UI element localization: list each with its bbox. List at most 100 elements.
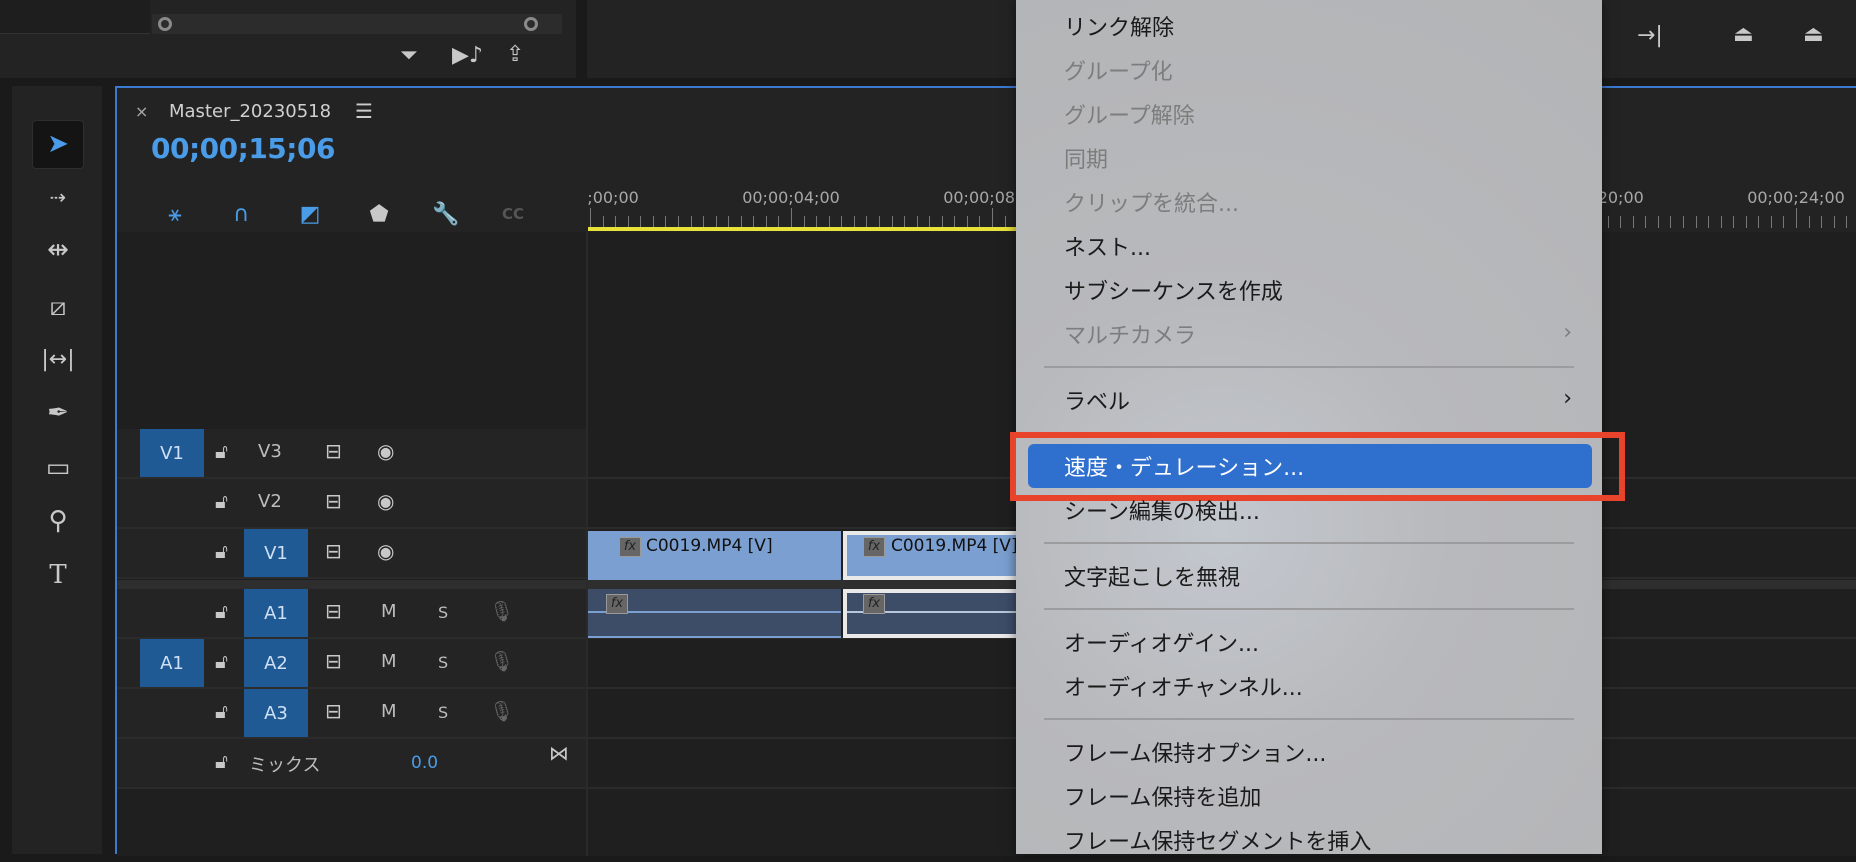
sequence-tab-title[interactable]: Master_20230518 bbox=[169, 101, 331, 122]
ruler-tick bbox=[1821, 216, 1823, 228]
track-target[interactable]: A1 bbox=[244, 589, 308, 637]
ruler-tick bbox=[1846, 216, 1848, 228]
track-name[interactable]: V2 bbox=[258, 491, 282, 512]
mute-button[interactable]: M bbox=[381, 601, 397, 622]
video-clip[interactable]: fx C0019.MP4 [V] bbox=[588, 531, 841, 580]
menu-item-label: ネスト... bbox=[1064, 236, 1151, 261]
bowtie-icon[interactable]: ⋈ bbox=[549, 741, 569, 765]
source-patch[interactable]: A1 bbox=[140, 639, 204, 687]
menu-item-label: グループ解除 bbox=[1064, 104, 1195, 129]
video-clip-selected[interactable]: fx C0019.MP4 [V] bbox=[843, 531, 1043, 580]
nest-toggle-icon[interactable]: ⚹ bbox=[157, 200, 193, 228]
mic-icon[interactable]: 🎙︎ bbox=[489, 599, 514, 623]
audio-play-icon[interactable]: ▶♪ bbox=[452, 45, 483, 67]
linked-selection-icon[interactable]: ◩ bbox=[292, 200, 328, 228]
menu-item[interactable]: サブシーケンスを作成 bbox=[1016, 268, 1602, 312]
eye-icon[interactable]: ◉ bbox=[377, 539, 394, 563]
ruler-tick bbox=[1783, 216, 1785, 228]
mute-button[interactable]: M bbox=[381, 701, 397, 722]
scrollbar-left-handle[interactable] bbox=[158, 17, 172, 31]
track-header bbox=[117, 529, 586, 577]
scrollbar-right-handle[interactable] bbox=[524, 17, 538, 31]
source-patch[interactable]: V1 bbox=[140, 429, 204, 477]
close-tab-icon[interactable]: × bbox=[135, 102, 148, 121]
sync-lock-icon[interactable]: ⊟ bbox=[325, 649, 342, 673]
sync-lock-icon[interactable]: ⊟ bbox=[325, 539, 342, 563]
eye-icon[interactable]: ◉ bbox=[377, 439, 394, 463]
track-target[interactable]: A2 bbox=[244, 639, 308, 687]
menu-item[interactable]: フレーム保持を追加 bbox=[1016, 774, 1602, 818]
panel-menu-icon[interactable]: ☰ bbox=[355, 99, 373, 123]
track-select-icon[interactable]: ⇢ bbox=[38, 177, 78, 217]
sync-lock-icon[interactable]: ⊟ bbox=[325, 439, 342, 463]
mic-icon[interactable]: 🎙︎ bbox=[489, 649, 514, 673]
insert-icon[interactable]: ⏏ bbox=[1803, 24, 1824, 46]
zoom-scrollbar[interactable] bbox=[152, 14, 562, 34]
sync-lock-icon[interactable]: ⊟ bbox=[325, 699, 342, 723]
rectangle-icon[interactable]: ▭ bbox=[38, 448, 78, 488]
pen-icon[interactable]: ✒ bbox=[38, 393, 78, 433]
extract-icon[interactable]: →| bbox=[1637, 25, 1663, 47]
audio-clip-selected[interactable]: fx bbox=[843, 589, 1047, 638]
track-header bbox=[117, 589, 586, 637]
menu-item[interactable]: マルチカメラ › bbox=[1016, 312, 1602, 356]
menu-item[interactable]: 同期 bbox=[1016, 136, 1602, 180]
menu-item[interactable]: オーディオチャンネル... bbox=[1016, 664, 1602, 708]
audio-clip[interactable]: fx bbox=[588, 589, 841, 638]
track-target[interactable]: V1 bbox=[244, 529, 308, 577]
lock-icon[interactable]: 🔓︎ bbox=[215, 649, 228, 673]
menu-separator bbox=[1016, 708, 1602, 730]
menu-item-label: フレーム保持を追加 bbox=[1064, 786, 1262, 811]
menu-item[interactable]: クリップを統合... bbox=[1016, 180, 1602, 224]
mix-label: ミックス bbox=[249, 755, 321, 776]
playhead-timecode[interactable]: 00;00;15;06 bbox=[151, 132, 335, 165]
menu-item[interactable]: ネスト... bbox=[1016, 224, 1602, 268]
menu-item[interactable]: グループ解除 bbox=[1016, 92, 1602, 136]
lock-icon[interactable]: 🔓︎ bbox=[215, 699, 228, 723]
export-icon[interactable]: ⇪ bbox=[506, 44, 524, 66]
razor-icon[interactable]: ⧄ bbox=[38, 287, 78, 327]
zoom-icon[interactable]: ⚲ bbox=[38, 501, 78, 541]
mute-button[interactable]: M bbox=[381, 651, 397, 672]
menu-item[interactable]: フレーム保持オプション... bbox=[1016, 730, 1602, 774]
wrench-settings-icon[interactable]: 🔧 bbox=[428, 200, 464, 228]
solo-button[interactable]: S bbox=[438, 653, 448, 672]
menu-item[interactable]: グループ化 bbox=[1016, 48, 1602, 92]
eye-icon[interactable]: ◉ bbox=[377, 489, 394, 513]
ruler-label: 00;00;00;00 bbox=[588, 188, 639, 207]
ruler-label: 00;00;04;00 bbox=[742, 188, 840, 207]
track-target[interactable]: A3 bbox=[244, 689, 308, 737]
type-icon[interactable]: T bbox=[38, 555, 78, 595]
filter-icon[interactable]: ⏷ bbox=[400, 45, 418, 67]
menu-item-label: マルチカメラ bbox=[1064, 324, 1197, 349]
ruler-tick bbox=[1607, 216, 1609, 228]
captions-icon[interactable]: CC bbox=[495, 200, 531, 228]
lock-icon[interactable]: 🔓︎ bbox=[215, 489, 228, 513]
sync-lock-icon[interactable]: ⊟ bbox=[325, 599, 342, 623]
menu-item[interactable]: フレーム保持セグメントを挿入 bbox=[1016, 818, 1602, 862]
selection-arrow-icon[interactable]: ➤ bbox=[38, 124, 78, 164]
lift-icon[interactable]: ⏏ bbox=[1733, 24, 1754, 46]
menu-item-label: サブシーケンスを作成 bbox=[1064, 280, 1283, 305]
add-marker-icon[interactable]: ⬟ bbox=[361, 200, 397, 228]
lock-icon[interactable]: 🔓︎ bbox=[215, 439, 228, 463]
mic-icon[interactable]: 🎙︎ bbox=[489, 699, 514, 723]
menu-separator bbox=[1016, 356, 1602, 378]
lock-icon[interactable]: 🔓︎ bbox=[215, 539, 228, 563]
slip-icon[interactable]: |↔| bbox=[38, 339, 78, 379]
menu-item[interactable]: オーディオゲイン... bbox=[1016, 620, 1602, 664]
mix-volume-value[interactable]: 0.0 bbox=[411, 753, 438, 773]
ruler-label: 00;00;24;00 bbox=[1747, 188, 1845, 207]
menu-item[interactable]: 文字起こしを無視 bbox=[1016, 554, 1602, 598]
track-name[interactable]: V3 bbox=[258, 441, 282, 462]
menu-item[interactable]: リンク解除 bbox=[1016, 4, 1602, 48]
ripple-edit-icon[interactable]: ⇹ bbox=[38, 230, 78, 270]
menu-item[interactable]: ラベル › bbox=[1016, 378, 1602, 422]
sync-lock-icon[interactable]: ⊟ bbox=[325, 489, 342, 513]
ruler-tick bbox=[1708, 216, 1710, 228]
lock-icon[interactable]: 🔓︎ bbox=[215, 749, 228, 773]
solo-button[interactable]: S bbox=[438, 703, 448, 722]
snap-magnet-icon[interactable]: ∩ bbox=[223, 200, 259, 228]
lock-icon[interactable]: 🔓︎ bbox=[215, 599, 228, 623]
solo-button[interactable]: S bbox=[438, 603, 448, 622]
